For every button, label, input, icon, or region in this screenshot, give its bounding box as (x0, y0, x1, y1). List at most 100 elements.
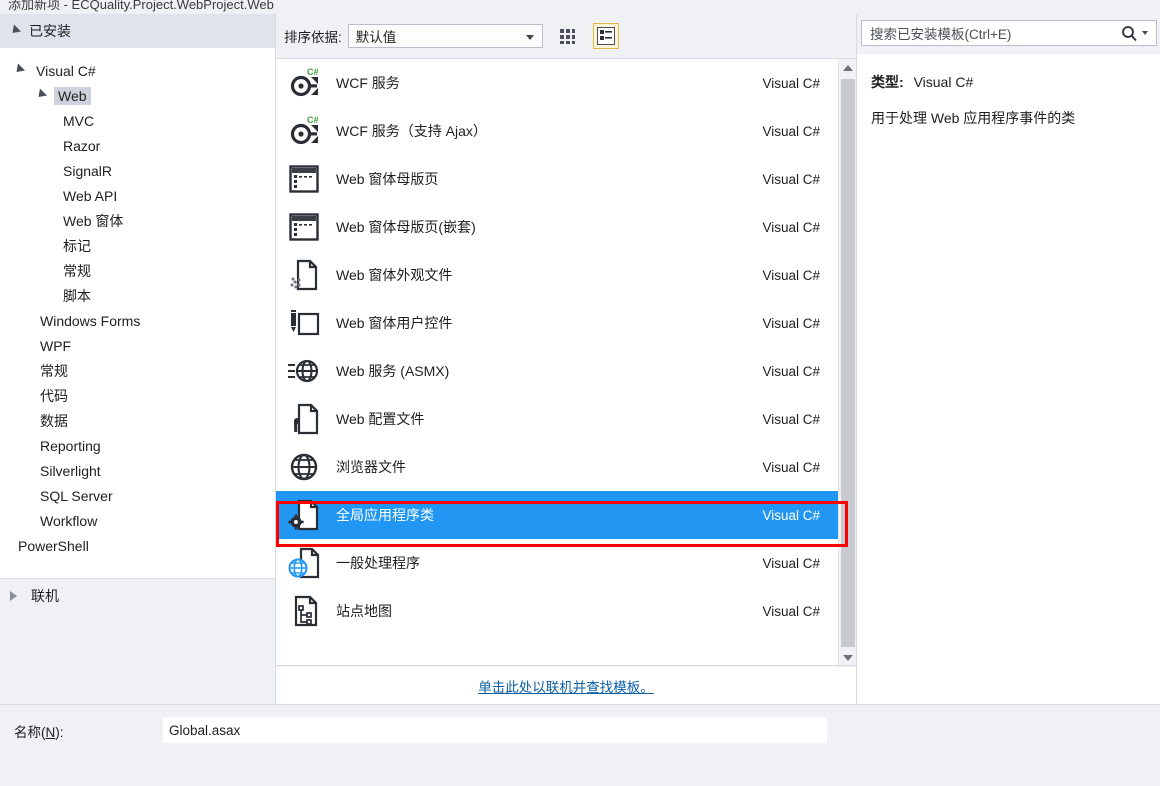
template-language: Visual C# (762, 411, 820, 427)
tree-node-web-forms[interactable]: Web 窗体 (0, 208, 275, 233)
triangle-down-icon (8, 23, 22, 37)
template-row-generic-handler[interactable]: 一般处理程序 Visual C# (276, 539, 838, 587)
template-row-web-config[interactable]: Web 配置文件 Visual C# (276, 395, 838, 443)
triangle-right-icon[interactable] (10, 591, 17, 601)
template-name: Web 服务 (ASMX) (336, 363, 450, 379)
tree-node-powershell[interactable]: PowerShell (0, 533, 275, 558)
template-name: Web 窗体母版页 (336, 171, 439, 187)
generic-handler-icon (284, 543, 324, 583)
tree-node-label: 标记 (63, 237, 91, 254)
tree-node-signalr[interactable]: SignalR (0, 158, 275, 183)
svg-text:C#: C# (307, 115, 319, 125)
template-name: Web 窗体用户控件 (336, 315, 453, 331)
template-language: Visual C# (762, 219, 820, 235)
tree-node-silverlight[interactable]: Silverlight (0, 458, 275, 483)
web-service-icon (284, 351, 324, 391)
tree-node-web-api[interactable]: Web API (0, 183, 275, 208)
scrollbar-thumb[interactable] (841, 79, 855, 647)
name-label-prefix: 名称( (14, 725, 46, 740)
template-name: 全局应用程序类 (336, 507, 434, 523)
template-row-site-map[interactable]: 站点地图 Visual C# (276, 587, 838, 635)
template-language: Visual C# (762, 507, 820, 523)
template-row-skin-file[interactable]: Web 窗体外观文件 Visual C# (276, 251, 838, 299)
template-language: Visual C# (762, 75, 820, 91)
wcf-service-icon: C# (284, 111, 324, 151)
tree-node-data[interactable]: 数据 (0, 408, 275, 433)
template-language: Visual C# (762, 363, 820, 379)
tree-node-visual-csharp[interactable]: Visual C# (0, 58, 275, 83)
template-name: WCF 服务（支持 Ajax） (336, 123, 487, 139)
triangle-down-icon[interactable] (34, 88, 48, 101)
tree-node-label: 数据 (40, 412, 68, 429)
tree-node-wpf[interactable]: WPF (0, 333, 275, 358)
dialog-title-strip: 添加新项 - ECQuality.Project.WebProject.Web (0, 0, 1160, 14)
template-row-global-application-class[interactable]: 全局应用程序类 Visual C# (276, 491, 838, 539)
installed-header[interactable]: 已安装 (0, 14, 275, 48)
name-label-suffix: ): (55, 725, 64, 740)
chevron-down-icon[interactable] (1142, 31, 1148, 35)
tree-node-razor[interactable]: Razor (0, 133, 275, 158)
tree-node-label: 常规 (63, 262, 91, 279)
add-new-item-dialog: 添加新项 - ECQuality.Project.WebProject.Web … (0, 0, 1160, 786)
tree-node-label: Web API (63, 187, 118, 204)
user-control-icon (284, 303, 324, 343)
category-tree[interactable]: Visual C# Web MVC Razor SignalR Web API … (0, 48, 275, 578)
online-section: 联机 (0, 578, 275, 704)
search-templates-box[interactable]: 搜索已安装模板(Ctrl+E) (861, 20, 1157, 46)
triangle-up-icon (843, 65, 853, 71)
template-name: 一般处理程序 (336, 555, 420, 571)
template-row-user-control[interactable]: Web 窗体用户控件 Visual C# (276, 299, 838, 347)
tree-node-online[interactable]: 联机 (0, 579, 275, 613)
search-input[interactable]: 搜索已安装模板(Ctrl+E) (870, 23, 1121, 43)
find-online-templates-link[interactable]: 单击此处以联机并查找模板。 (478, 676, 654, 696)
tree-node-reporting[interactable]: Reporting (0, 433, 275, 458)
template-name: Web 窗体母版页(嵌套) (336, 219, 476, 235)
tree-node-markup[interactable]: 标记 (0, 233, 275, 258)
scroll-down-button[interactable] (839, 649, 856, 665)
template-name: 站点地图 (336, 603, 392, 619)
tree-node-general[interactable]: 常规 (0, 358, 275, 383)
list-view-button[interactable] (592, 23, 619, 49)
detail-type-value: Visual C# (913, 74, 974, 90)
triangle-down-icon[interactable] (12, 63, 26, 76)
tree-node-label: Silverlight (40, 462, 101, 479)
tree-node-workflow[interactable]: Workflow (0, 508, 275, 533)
template-row-web-service-asmx[interactable]: Web 服务 (ASMX) Visual C# (276, 347, 838, 395)
template-details: 类型: Visual C# 用于处理 Web 应用程序事件的类 (857, 54, 1160, 704)
template-row-master-page[interactable]: Web 窗体母版页 Visual C# (276, 155, 838, 203)
scroll-up-button[interactable] (839, 59, 856, 77)
template-language: Visual C# (762, 267, 820, 283)
installed-header-label: 已安装 (29, 23, 71, 39)
tree-node-mvc[interactable]: MVC (0, 108, 275, 133)
tree-node-label: Windows Forms (40, 312, 141, 329)
grid-view-button[interactable] (555, 23, 581, 49)
templates-scrollbar[interactable] (838, 59, 856, 665)
template-language: Visual C# (762, 171, 820, 187)
templates-column: 排序依据: 默认值 C# WCF 服务 Visual C# C# WCF 服务（… (276, 14, 856, 704)
template-name: 浏览器文件 (336, 459, 406, 475)
grid-view-icon (560, 28, 576, 44)
template-row-wcf-service-ajax[interactable]: C# WCF 服务（支持 Ajax） Visual C# (276, 107, 838, 155)
tree-node-label: Reporting (40, 437, 101, 454)
templates-list[interactable]: C# WCF 服务 Visual C# C# WCF 服务（支持 Ajax） V… (276, 58, 856, 666)
tree-node-sql-server[interactable]: SQL Server (0, 483, 275, 508)
tree-node-windows-forms[interactable]: Windows Forms (0, 308, 275, 333)
tree-node-label: 常规 (40, 362, 68, 379)
tree-node-label: 联机 (31, 588, 59, 604)
tree-node-web[interactable]: Web (0, 83, 275, 108)
tree-node-scripts[interactable]: 脚本 (0, 283, 275, 308)
skin-file-icon (284, 255, 324, 295)
template-row-browser-file[interactable]: 浏览器文件 Visual C# (276, 443, 838, 491)
tree-node-code[interactable]: 代码 (0, 383, 275, 408)
sort-by-label: 排序依据: (284, 30, 342, 45)
tree-node-general-web[interactable]: 常规 (0, 258, 275, 283)
web-config-icon (284, 399, 324, 439)
template-row-wcf-service[interactable]: C# WCF 服务 Visual C# (276, 59, 838, 107)
search-icon[interactable] (1121, 25, 1138, 42)
template-row-master-page-nested[interactable]: Web 窗体母版页(嵌套) Visual C# (276, 203, 838, 251)
master-page-icon (284, 159, 324, 199)
online-templates-link-bar: 单击此处以联机并查找模板。 (276, 667, 856, 704)
sort-by-dropdown[interactable]: 默认值 (347, 24, 543, 48)
browser-file-icon (284, 447, 324, 487)
name-input[interactable]: Global.asax (163, 717, 827, 743)
